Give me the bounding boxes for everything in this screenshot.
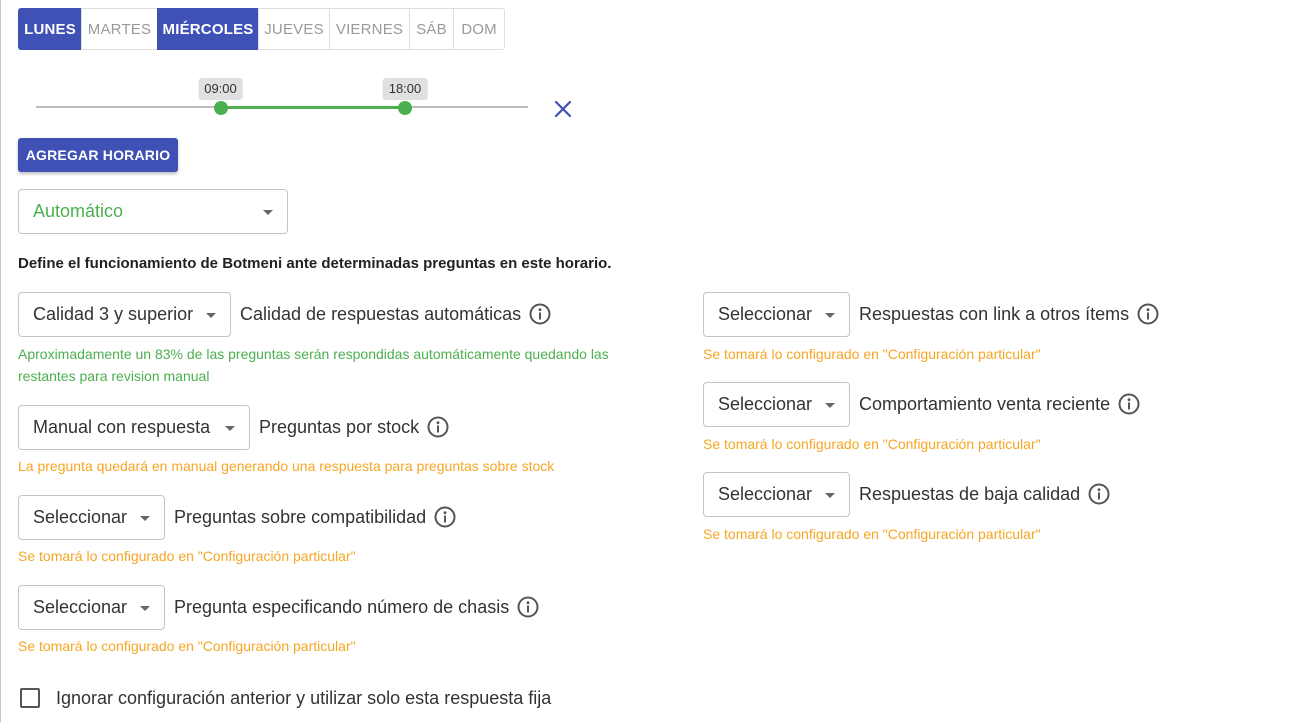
chassis-select[interactable]: Seleccionar	[18, 585, 165, 630]
mode-select[interactable]: Automático	[18, 189, 288, 234]
links-setting-label: Respuestas con link a otros ítems	[859, 303, 1159, 325]
dropdown-arrow-icon	[206, 312, 216, 318]
stock-setting-label: Preguntas por stock	[259, 416, 449, 438]
stock-label-text: Preguntas por stock	[259, 416, 420, 437]
recent-sale-setting-label: Comportamiento venta reciente	[859, 393, 1140, 415]
quality-label-text: Calidad de respuestas automáticas	[240, 303, 522, 324]
tab-dom[interactable]: DOM	[453, 8, 505, 50]
tab-viernes[interactable]: VIERNES	[329, 8, 410, 50]
page-left-border	[0, 0, 1, 722]
compatibility-setting-label: Preguntas sobre compatibilidad	[174, 506, 456, 528]
tab-jueves[interactable]: JUEVES	[258, 8, 330, 50]
chassis-help-text: Se tomará lo configurado en "Configuraci…	[18, 638, 356, 654]
low-quality-select-value: Seleccionar	[718, 484, 813, 504]
recent-sale-select-value: Seleccionar	[718, 394, 813, 414]
dropdown-arrow-icon	[825, 492, 835, 498]
fixed-response-checkbox[interactable]	[20, 688, 40, 708]
chassis-label-text: Pregunta especificando número de chasis	[174, 596, 510, 617]
recent-sale-help-text: Se tomará lo configurado en "Configuraci…	[703, 436, 1041, 452]
info-icon[interactable]	[434, 506, 456, 528]
section-intro-text: Define el funcionamiento de Botmeni ante…	[18, 255, 612, 272]
links-select-value: Seleccionar	[718, 304, 813, 324]
low-quality-setting-label: Respuestas de baja calidad	[859, 483, 1110, 505]
add-schedule-button[interactable]: AGREGAR HORARIO	[18, 138, 178, 172]
dropdown-arrow-icon	[140, 515, 150, 521]
end-time-thumb[interactable]	[398, 101, 412, 115]
day-tabs: LUNES MARTES MIÉRCOLES JUEVES VIERNES SÁ…	[18, 8, 505, 50]
start-time-label: 09:00	[198, 78, 243, 100]
recent-sale-label-text: Comportamiento venta reciente	[859, 393, 1111, 414]
recent-sale-select[interactable]: Seleccionar	[703, 382, 850, 427]
info-icon[interactable]	[529, 303, 551, 325]
fixed-response-checkbox-row[interactable]: Ignorar configuración anterior y utiliza…	[18, 686, 551, 710]
compatibility-help-text: Se tomará lo configurado en "Configuraci…	[18, 548, 356, 564]
low-quality-label-text: Respuestas de baja calidad	[859, 483, 1081, 504]
quality-select-value: Calidad 3 y superior	[33, 304, 194, 324]
dropdown-arrow-icon	[825, 402, 835, 408]
tab-lunes[interactable]: LUNES	[18, 8, 82, 50]
compatibility-label-text: Preguntas sobre compatibilidad	[174, 506, 427, 527]
quality-select[interactable]: Calidad 3 y superior	[18, 292, 231, 337]
tab-sab[interactable]: SÁB	[409, 8, 454, 50]
mode-select-value: Automático	[33, 201, 124, 221]
dropdown-arrow-icon	[140, 605, 150, 611]
dropdown-arrow-icon	[263, 209, 273, 215]
time-range-slider[interactable]: 09:00 18:00	[36, 78, 528, 118]
links-help-text: Se tomará lo configurado en "Configuraci…	[703, 346, 1041, 362]
info-icon[interactable]	[427, 416, 449, 438]
slider-track	[220, 106, 405, 109]
tab-martes[interactable]: MARTES	[81, 8, 158, 50]
dropdown-arrow-icon	[225, 425, 235, 431]
low-quality-help-text: Se tomará lo configurado en "Configuraci…	[703, 526, 1041, 542]
chassis-setting-label: Pregunta especificando número de chasis	[174, 596, 539, 618]
info-icon[interactable]	[1118, 393, 1140, 415]
stock-help-text: La pregunta quedará en manual generando …	[18, 458, 555, 474]
low-quality-select[interactable]: Seleccionar	[703, 472, 850, 517]
compatibility-select[interactable]: Seleccionar	[18, 495, 165, 540]
fixed-response-label: Ignorar configuración anterior y utiliza…	[56, 687, 552, 708]
compatibility-select-value: Seleccionar	[33, 507, 128, 527]
stock-select[interactable]: Manual con respuesta	[18, 405, 250, 450]
dropdown-arrow-icon	[825, 312, 835, 318]
quality-help-text: Aproximadamente un 83% de las preguntas …	[18, 346, 609, 384]
links-select[interactable]: Seleccionar	[703, 292, 850, 337]
tab-miercoles[interactable]: MIÉRCOLES	[157, 8, 259, 50]
stock-select-value: Manual con respuesta	[33, 417, 211, 437]
start-time-thumb[interactable]	[213, 101, 228, 115]
quality-setting-label: Calidad de respuestas automáticas	[240, 303, 551, 325]
chassis-select-value: Seleccionar	[33, 597, 128, 617]
remove-schedule-icon[interactable]	[552, 98, 574, 120]
links-label-text: Respuestas con link a otros ítems	[859, 303, 1130, 324]
info-icon[interactable]	[1137, 303, 1159, 325]
end-time-label: 18:00	[382, 78, 428, 100]
info-icon[interactable]	[517, 596, 539, 618]
info-icon[interactable]	[1088, 483, 1110, 505]
